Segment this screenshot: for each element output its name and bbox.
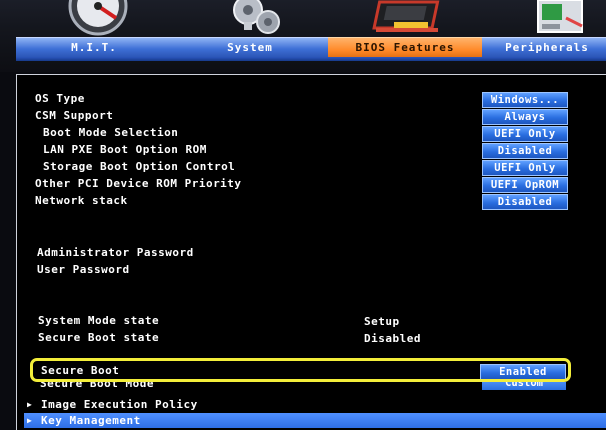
tab-system[interactable]: System (172, 37, 328, 58)
csm-support-value-button[interactable]: Always (482, 109, 568, 125)
tab-bios-features[interactable]: BIOS Features (328, 37, 482, 58)
submenu-arrow-icon: ▶ (27, 416, 32, 425)
system-mode-state-label: System Mode state (38, 314, 160, 327)
gauge-icon (68, 0, 128, 36)
setting-label-lan-pxe: LAN PXE Boot Option ROM (43, 143, 207, 156)
gears-icon (233, 0, 280, 34)
setting-label-storage-boot-option: Storage Boot Option Control (43, 160, 236, 173)
top-tab-bar: M.I.T. System BIOS Features Peripherals (0, 0, 606, 72)
image-execution-policy-item[interactable]: Image Execution Policy (41, 398, 198, 411)
setting-label-os-type: OS Type (35, 92, 85, 105)
administrator-password-item[interactable]: Administrator Password (37, 246, 194, 259)
tab-mit[interactable]: M.I.T. (16, 37, 172, 58)
os-type-value-button[interactable]: Windows... (482, 92, 568, 108)
secure-boot-highlight-ring (30, 358, 571, 382)
secure-boot-state-label: Secure Boot state (38, 331, 160, 344)
secure-boot-state-value: Disabled (364, 332, 421, 345)
boot-mode-value-button[interactable]: UEFI Only (482, 126, 568, 142)
tab-peripherals[interactable]: Peripherals (482, 37, 606, 58)
chip-icon (372, 0, 440, 32)
secure-boot-mode-row[interactable]: Secure Boot Mode Custom (18, 382, 578, 390)
setting-label-other-pci-rom: Other PCI Device ROM Priority (35, 177, 242, 190)
network-stack-value-button[interactable]: Disabled (482, 194, 568, 210)
secure-boot-mode-label: Secure Boot Mode (40, 382, 154, 390)
tab-bar-underline (16, 57, 606, 61)
setting-label-csm-support: CSM Support (35, 109, 114, 122)
other-pci-rom-value-button[interactable]: UEFI OpROM (482, 177, 568, 193)
card-icon (537, 0, 583, 33)
key-management-item[interactable]: Key Management (41, 414, 141, 427)
user-password-item[interactable]: User Password (37, 263, 130, 276)
storage-boot-value-button[interactable]: UEFI Only (482, 160, 568, 176)
setting-label-boot-mode-selection: Boot Mode Selection (43, 126, 179, 139)
lan-pxe-value-button[interactable]: Disabled (482, 143, 568, 159)
bios-screen: M.I.T. System BIOS Features Peripherals … (0, 0, 606, 430)
submenu-arrow-icon: ▶ (27, 400, 32, 409)
secure-boot-mode-value-button[interactable]: Custom (482, 382, 566, 390)
system-mode-state-value: Setup (364, 315, 400, 328)
setting-label-network-stack: Network stack (35, 194, 128, 207)
